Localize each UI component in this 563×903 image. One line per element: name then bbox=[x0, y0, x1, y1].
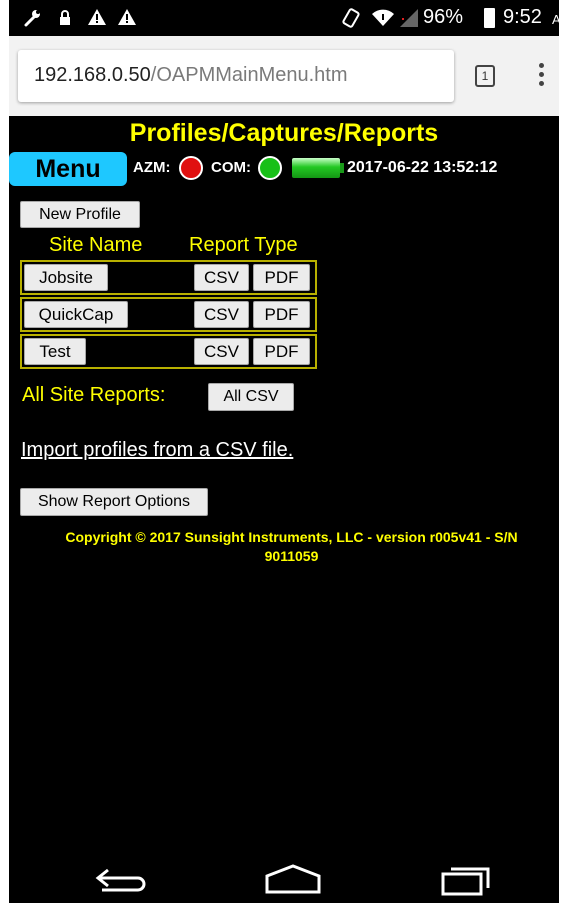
site-button-jobsite[interactable]: Jobsite bbox=[24, 264, 108, 291]
back-arrow-icon[interactable] bbox=[94, 866, 150, 894]
csv-button-quickcap[interactable]: CSV bbox=[194, 301, 249, 328]
battery-icon bbox=[484, 8, 495, 28]
signal-icon bbox=[400, 9, 418, 27]
site-row: QuickCap CSV PDF bbox=[20, 297, 317, 332]
page-content: Profiles/Captures/Reports Menu AZM: COM:… bbox=[9, 116, 559, 856]
pdf-button-jobsite[interactable]: PDF bbox=[253, 264, 310, 291]
navigation-bar bbox=[9, 856, 559, 903]
all-csv-button[interactable]: All CSV bbox=[208, 383, 294, 411]
csv-button-test[interactable]: CSV bbox=[194, 338, 249, 365]
wifi-icon bbox=[372, 9, 394, 26]
menu-button[interactable]: Menu bbox=[9, 152, 127, 186]
copyright-line-1: Copyright © 2017 Sunsight Instruments, L… bbox=[65, 529, 518, 545]
more-options-icon[interactable] bbox=[539, 63, 545, 90]
phone-screen: 96% 9:52 AM 192.168.0.50/OAPMMainMenu.ht… bbox=[9, 0, 559, 903]
browser-toolbar: 192.168.0.50/OAPMMainMenu.htm 1 bbox=[9, 36, 559, 116]
pdf-button-test[interactable]: PDF bbox=[253, 338, 310, 365]
rotate-icon bbox=[342, 8, 360, 28]
status-bar: 96% 9:52 AM bbox=[9, 0, 559, 36]
address-bar[interactable]: 192.168.0.50/OAPMMainMenu.htm bbox=[18, 50, 454, 102]
azm-status-indicator bbox=[179, 156, 203, 180]
report-type-header: Report Type bbox=[189, 234, 298, 256]
datetime: 2017-06-22 13:52:12 bbox=[347, 159, 498, 176]
csv-button-jobsite[interactable]: CSV bbox=[194, 264, 249, 291]
new-profile-button[interactable]: New Profile bbox=[20, 201, 140, 228]
tab-switcher-button[interactable]: 1 bbox=[475, 65, 495, 87]
show-report-options-button[interactable]: Show Report Options bbox=[20, 488, 208, 516]
clock: 9:52 bbox=[503, 6, 542, 28]
battery-level-icon bbox=[292, 158, 340, 178]
site-button-test[interactable]: Test bbox=[24, 338, 86, 365]
site-button-quickcap[interactable]: QuickCap bbox=[24, 301, 128, 328]
pdf-button-quickcap[interactable]: PDF bbox=[253, 301, 310, 328]
home-icon[interactable] bbox=[264, 864, 322, 894]
site-row: Jobsite CSV PDF bbox=[20, 260, 317, 295]
warning-icon bbox=[88, 9, 106, 25]
copyright-text: Copyright © 2017 Sunsight Instruments, L… bbox=[24, 528, 559, 566]
url-text[interactable]: 192.168.0.50/OAPMMainMenu.htm bbox=[34, 64, 348, 87]
warning-icon bbox=[118, 9, 136, 25]
lock-icon bbox=[60, 10, 70, 25]
page-title: Profiles/Captures/Reports bbox=[129, 119, 439, 147]
url-host: 192.168.0.50 bbox=[34, 64, 151, 86]
battery-percent: 96% bbox=[423, 6, 464, 28]
all-site-reports-label: All Site Reports: bbox=[22, 384, 166, 406]
com-status-indicator bbox=[258, 156, 282, 180]
azm-label: AZM: bbox=[133, 159, 171, 176]
copyright-line-2: 9011059 bbox=[264, 548, 319, 564]
battery-tip bbox=[340, 163, 344, 173]
recent-apps-icon[interactable] bbox=[441, 864, 493, 896]
url-path: /OAPMMainMenu.htm bbox=[150, 64, 348, 86]
import-profiles-link[interactable]: Import profiles from a CSV file. bbox=[21, 439, 293, 462]
clock-suffix: AM bbox=[552, 12, 559, 27]
wrench-icon bbox=[24, 10, 40, 27]
site-name-header: Site Name bbox=[49, 234, 143, 256]
com-label: COM: bbox=[211, 159, 251, 176]
site-row: Test CSV PDF bbox=[20, 334, 317, 369]
